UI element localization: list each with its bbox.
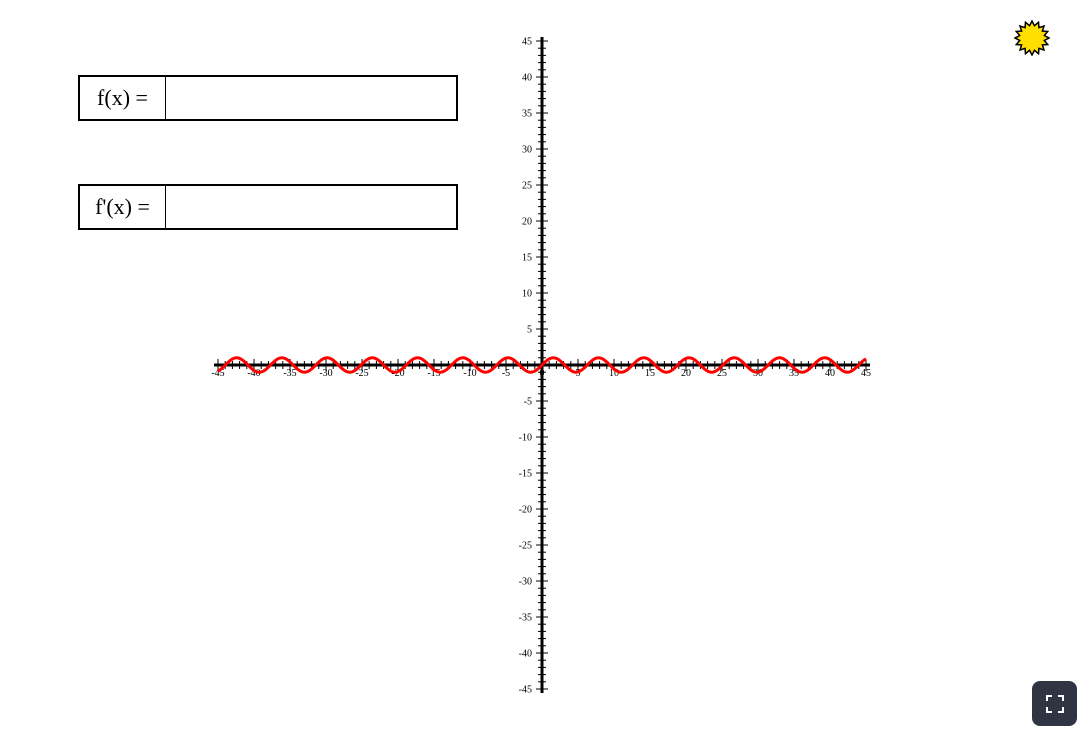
y-tick-label: -45 <box>519 685 532 696</box>
x-tick-label: -10 <box>463 368 476 379</box>
x-tick-label: 45 <box>861 368 871 379</box>
y-tick-label: -20 <box>519 505 532 516</box>
y-tick-label: 20 <box>522 217 532 228</box>
derivative-input[interactable] <box>166 186 456 228</box>
y-tick-label: -30 <box>519 577 532 588</box>
y-tick-label: 25 <box>522 181 532 192</box>
y-tick-label: 10 <box>522 289 532 300</box>
function-input[interactable] <box>166 77 456 119</box>
x-tick-label: 40 <box>825 368 835 379</box>
fullscreen-button[interactable] <box>1032 681 1077 726</box>
x-tick-label: -35 <box>283 368 296 379</box>
x-tick-label: 15 <box>645 368 655 379</box>
y-tick-label: -35 <box>519 613 532 624</box>
y-tick-label: -10 <box>519 433 532 444</box>
y-tick-label: -15 <box>519 469 532 480</box>
x-tick-label: 0 <box>540 368 545 379</box>
sun-icon[interactable] <box>1014 20 1050 56</box>
x-tick-label: -30 <box>319 368 332 379</box>
derivative-input-box: f'(x) = <box>78 184 458 230</box>
y-tick-label: 45 <box>522 37 532 48</box>
y-tick-label: 15 <box>522 253 532 264</box>
y-tick-label: -25 <box>519 541 532 552</box>
y-tick-label: -5 <box>524 397 532 408</box>
y-tick-label: 5 <box>527 325 532 336</box>
y-tick-label: 40 <box>522 73 532 84</box>
y-tick-label: 30 <box>522 145 532 156</box>
x-tick-label: 20 <box>681 368 691 379</box>
fullscreen-icon <box>1045 694 1064 713</box>
y-tick-label: -40 <box>519 649 532 660</box>
function-input-box: f(x) = <box>78 75 458 121</box>
y-tick-label: 35 <box>522 109 532 120</box>
derivative-label: f'(x) = <box>80 186 166 228</box>
x-tick-label: -5 <box>502 368 510 379</box>
function-label: f(x) = <box>80 77 166 119</box>
